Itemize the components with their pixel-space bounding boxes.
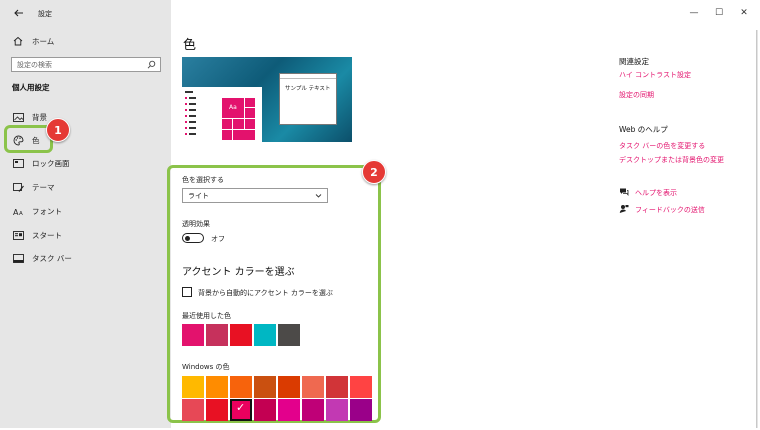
- theme-brush-icon: [12, 181, 24, 193]
- accent-heading: アクセント カラーを選ぶ: [182, 267, 295, 278]
- windows-color-swatch[interactable]: [326, 399, 348, 421]
- sidebar-item-font[interactable]: AA フォント: [0, 201, 171, 221]
- windows-color-swatch[interactable]: [278, 399, 300, 421]
- choose-color-dropdown[interactable]: ライト: [182, 188, 328, 203]
- color-preview: Aa サンプル テキスト: [182, 57, 352, 142]
- windows-color-swatch[interactable]: [206, 376, 228, 398]
- sidebar-item-taskbar[interactable]: タスク バー: [0, 248, 171, 268]
- search-placeholder: 設定の検索: [17, 61, 52, 69]
- sidebar-item-background[interactable]: 背景: [0, 107, 171, 127]
- preview-sample-text: サンプル テキスト: [285, 86, 331, 92]
- sidebar-item-lock-screen[interactable]: ロック画面: [0, 153, 171, 173]
- help-chat-icon: [619, 187, 629, 197]
- related-settings-heading: 関連設定: [619, 57, 649, 66]
- windows-colors-label: Windows の色: [182, 363, 230, 371]
- maximize-button[interactable]: ☐: [712, 7, 726, 19]
- annotation-badge-2: 2: [362, 160, 386, 184]
- window-title: 設定: [38, 10, 52, 18]
- image-icon: [12, 111, 24, 123]
- windows-color-swatch[interactable]: [326, 376, 348, 398]
- windows-color-swatch[interactable]: [182, 376, 204, 398]
- preview-tile-small: [233, 130, 255, 140]
- sidebar-item-label: タスク バー: [32, 253, 72, 263]
- home-icon: [12, 35, 24, 47]
- windows-color-swatch[interactable]: [302, 399, 324, 421]
- section-title: 個人用設定: [12, 83, 50, 92]
- preview-tile-small: [222, 130, 232, 140]
- feedback-link[interactable]: フィードバックの送信: [635, 205, 705, 215]
- page-title: 色: [183, 38, 197, 53]
- auto-accent-label: 背景から自動的にアクセント カラーを選ぶ: [198, 289, 333, 297]
- search-icon: [147, 60, 156, 69]
- taskbar-icon: [12, 252, 24, 264]
- preview-tile-small: [245, 119, 255, 129]
- sidebar-item-label: 背景: [32, 112, 47, 122]
- annotation-badge-1: 1: [46, 118, 70, 142]
- windows-color-swatch[interactable]: [302, 376, 324, 398]
- sidebar: 設定 ホーム 設定の検索 個人用設定 背景 色 ロック画面 テーマ A A フォ…: [0, 0, 171, 428]
- sidebar-home-label: ホーム: [32, 36, 55, 46]
- windows-color-swatch[interactable]: [230, 376, 252, 398]
- windows-color-swatch[interactable]: [206, 399, 228, 421]
- chevron-down-icon: [315, 192, 322, 199]
- preview-tile-small: [233, 119, 244, 129]
- feedback-person-icon: [619, 204, 629, 214]
- font-icon: AA: [12, 205, 24, 217]
- taskbar-color-link[interactable]: タスク バーの色を変更する: [619, 141, 705, 151]
- desktop-bg-color-link[interactable]: デスクトップまたは背景色の変更: [619, 155, 724, 165]
- windows-color-swatch[interactable]: [350, 399, 372, 421]
- minimize-button[interactable]: —: [687, 7, 701, 19]
- start-icon: [12, 229, 24, 241]
- recent-color-swatch[interactable]: [278, 324, 300, 346]
- sidebar-item-home[interactable]: ホーム: [0, 31, 171, 51]
- sidebar-item-start[interactable]: スタート: [0, 225, 171, 245]
- back-arrow-icon[interactable]: [12, 6, 26, 20]
- sidebar-item-label: スタート: [32, 230, 62, 240]
- preview-tile-small: [245, 98, 255, 107]
- sidebar-item-label: フォント: [32, 206, 62, 216]
- transparency-label: 透明効果: [182, 220, 210, 228]
- transparency-state: オフ: [211, 235, 225, 243]
- preview-tile-large: Aa: [222, 98, 244, 118]
- windows-color-swatch[interactable]: ✓: [230, 399, 252, 421]
- help-link[interactable]: ヘルプを表示: [635, 188, 677, 198]
- search-input[interactable]: 設定の検索: [11, 57, 161, 72]
- windows-color-swatch[interactable]: [182, 399, 204, 421]
- windows-color-swatch[interactable]: [254, 399, 276, 421]
- close-button[interactable]: ✕: [737, 7, 751, 19]
- auto-accent-checkbox[interactable]: [182, 287, 192, 297]
- choose-color-label: 色を選択する: [182, 176, 224, 184]
- preview-tile-small: [222, 119, 232, 129]
- sidebar-item-label: テーマ: [32, 182, 55, 192]
- sync-settings-link[interactable]: 設定の同期: [619, 90, 654, 100]
- windows-color-swatch[interactable]: [350, 376, 372, 398]
- lock-screen-icon: [12, 157, 24, 169]
- preview-tile-text: Aa: [229, 104, 237, 111]
- scrollbar[interactable]: [754, 30, 760, 428]
- recent-color-swatch[interactable]: [230, 324, 252, 346]
- windows-color-swatch[interactable]: [254, 376, 276, 398]
- preview-start-menu: Aa: [182, 87, 262, 142]
- recent-color-swatch[interactable]: [254, 324, 276, 346]
- transparency-toggle[interactable]: [182, 233, 204, 243]
- sidebar-item-label: ロック画面: [32, 158, 70, 168]
- preview-tile-small: [245, 108, 255, 118]
- web-help-heading: Web のヘルプ: [619, 125, 668, 134]
- recent-colors-label: 最近使用した色: [182, 312, 231, 320]
- dropdown-value: ライト: [188, 192, 209, 200]
- recent-color-swatch[interactable]: [206, 324, 228, 346]
- recent-color-swatch[interactable]: [182, 324, 204, 346]
- svg-text:A: A: [19, 211, 23, 216]
- toggle-knob: [185, 235, 190, 241]
- checkmark-icon: ✓: [236, 401, 246, 414]
- sidebar-item-theme[interactable]: テーマ: [0, 177, 171, 197]
- high-contrast-link[interactable]: ハイ コントラスト設定: [619, 70, 691, 80]
- preview-window: サンプル テキスト: [279, 73, 337, 125]
- windows-color-swatch[interactable]: [278, 376, 300, 398]
